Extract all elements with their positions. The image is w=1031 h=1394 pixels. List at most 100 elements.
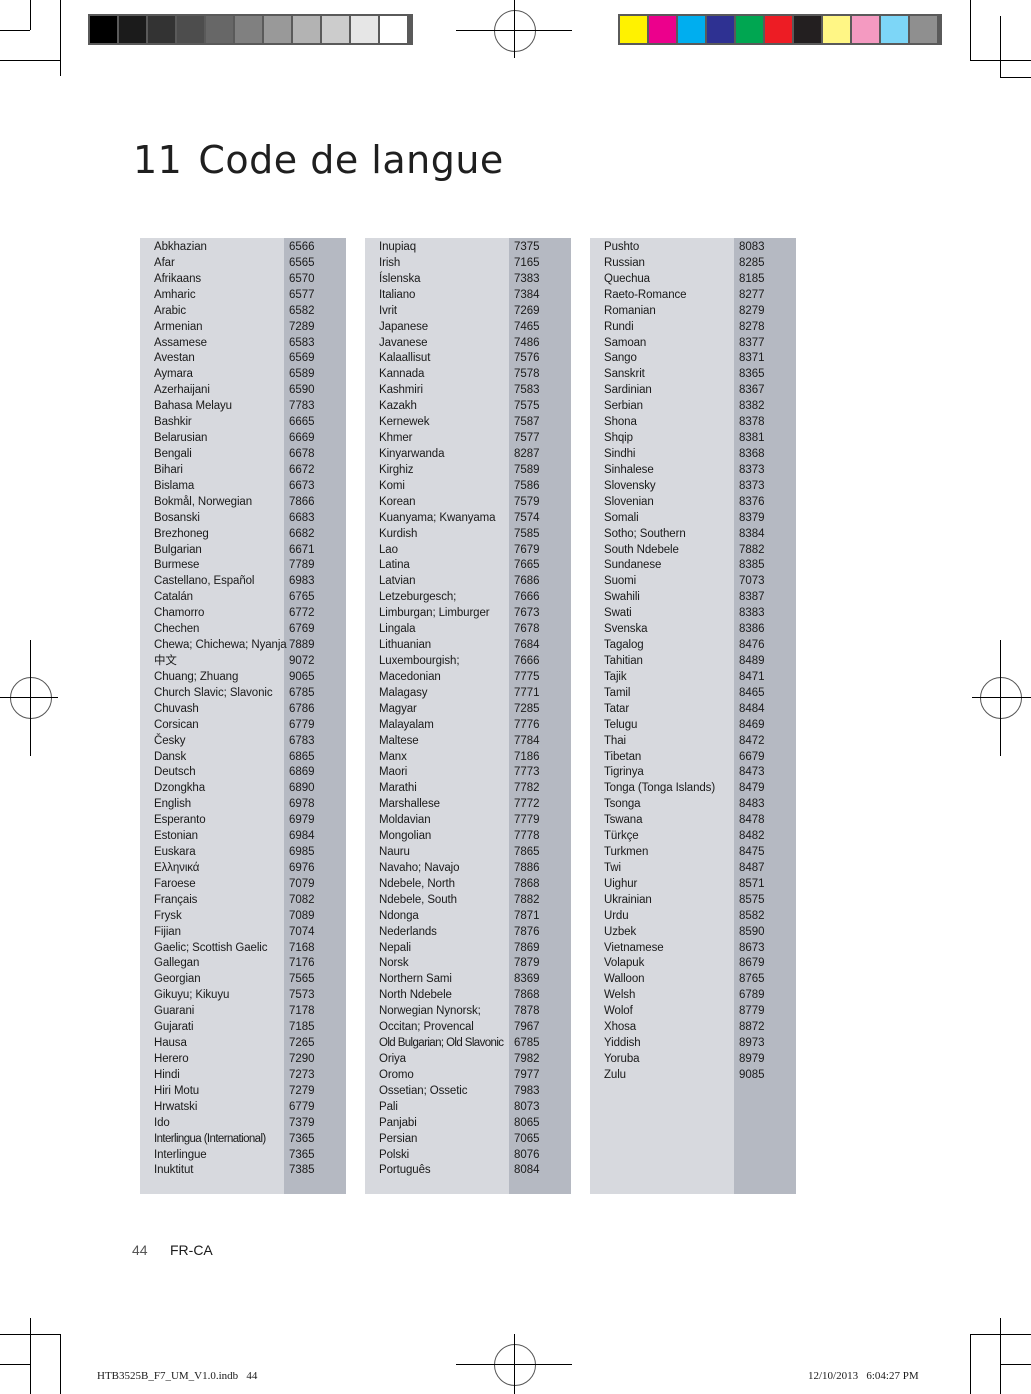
language-name: Polski bbox=[379, 1148, 410, 1161]
language-code: 8386 bbox=[739, 623, 765, 636]
language-row: Bihari 6672 bbox=[140, 463, 346, 479]
language-row: Kirghiz 7589 bbox=[365, 463, 571, 479]
language-name: Samoan bbox=[604, 336, 647, 349]
language-name: 中文 bbox=[154, 654, 177, 667]
language-name: Swahili bbox=[604, 591, 640, 604]
language-code: 7089 bbox=[289, 909, 315, 922]
language-row: Old Bulgarian; Old Slavonic 6785 bbox=[365, 1036, 571, 1052]
language-code: 6785 bbox=[289, 686, 315, 699]
language-code: 6890 bbox=[289, 782, 315, 795]
language-code: 8377 bbox=[739, 336, 765, 349]
language-code: 7789 bbox=[289, 559, 315, 572]
language-name: Tajik bbox=[604, 670, 627, 683]
language-row: Ελληνικά 6976 bbox=[140, 861, 346, 877]
language-code: 7365 bbox=[289, 1148, 315, 1161]
language-code: 8065 bbox=[514, 1116, 540, 1129]
language-row: Norsk 7879 bbox=[365, 956, 571, 972]
color-swatch bbox=[707, 16, 734, 43]
language-name: Kirghiz bbox=[379, 463, 414, 476]
language-row: Panjabi 8065 bbox=[365, 1116, 571, 1132]
language-name: Urdu bbox=[604, 909, 629, 922]
language-name: Panjabi bbox=[379, 1116, 417, 1129]
language-row: Bislama 6673 bbox=[140, 479, 346, 495]
language-name: Bosanski bbox=[154, 511, 200, 524]
language-row: Nepali 7869 bbox=[365, 941, 571, 957]
language-row: Bahasa Melayu 7783 bbox=[140, 399, 346, 415]
language-row: Xhosa 8872 bbox=[590, 1020, 796, 1036]
language-name: Dzongkha bbox=[154, 782, 205, 795]
language-code: 8279 bbox=[739, 304, 765, 317]
language-row: Brezhoneg 6682 bbox=[140, 527, 346, 543]
language-name: Xhosa bbox=[604, 1021, 637, 1034]
language-row: Marshallese 7772 bbox=[365, 797, 571, 813]
language-code: 8469 bbox=[739, 718, 765, 731]
language-row: Japanese 7465 bbox=[365, 320, 571, 336]
language-name: Inuktitut bbox=[154, 1164, 194, 1177]
language-code: 7176 bbox=[289, 957, 315, 970]
language-code: 7871 bbox=[514, 909, 540, 922]
language-row: Česky 6783 bbox=[140, 734, 346, 750]
language-row: Bosanski 6683 bbox=[140, 511, 346, 527]
language-code: 8489 bbox=[739, 654, 765, 667]
language-row: Chuang; Zhuang 9065 bbox=[140, 670, 346, 686]
language-code: 7879 bbox=[514, 957, 540, 970]
language-name: Italiano bbox=[379, 288, 416, 301]
color-swatch bbox=[206, 16, 233, 43]
language-name: Vietnamese bbox=[604, 941, 664, 954]
language-name: Gallegan bbox=[154, 957, 200, 970]
language-name: Quechua bbox=[604, 272, 650, 285]
language-code: 7983 bbox=[514, 1084, 540, 1097]
language-row: Burmese 7789 bbox=[140, 558, 346, 574]
language-name: Faroese bbox=[154, 877, 196, 890]
language-code-table-column-2: Inupiaq 7375 Irish 7165 Íslenska 7383 Italiano… bbox=[365, 238, 571, 1194]
language-row: Dansk 6865 bbox=[140, 750, 346, 766]
language-row: Tibetan 6679 bbox=[590, 750, 796, 766]
language-row: Sindhi 8368 bbox=[590, 447, 796, 463]
language-code: 6869 bbox=[289, 766, 315, 779]
language-row: Tonga (Tonga Islands) 8479 bbox=[590, 781, 796, 797]
language-row: Letzeburgesch; 7666 bbox=[365, 590, 571, 606]
language-name: Wolof bbox=[604, 1005, 633, 1018]
language-row: Azerhaijani 6590 bbox=[140, 383, 346, 399]
language-name: Sanskrit bbox=[604, 368, 645, 381]
language-row: Frysk 7089 bbox=[140, 909, 346, 925]
language-code: 7684 bbox=[514, 639, 540, 652]
language-row: Esperanto 6979 bbox=[140, 813, 346, 829]
language-code: 7375 bbox=[514, 241, 540, 253]
language-row: Shqip 8381 bbox=[590, 431, 796, 447]
language-code: 6577 bbox=[289, 288, 315, 301]
language-row: Serbian 8382 bbox=[590, 399, 796, 415]
language-code: 6772 bbox=[289, 607, 315, 620]
language-name: Dansk bbox=[154, 750, 187, 763]
language-name: Hiri Motu bbox=[154, 1084, 200, 1097]
language-code: 7289 bbox=[289, 320, 315, 333]
language-row: Chuvash 6786 bbox=[140, 702, 346, 718]
language-code: 8973 bbox=[739, 1037, 765, 1050]
language-code: 6589 bbox=[289, 368, 315, 381]
language-code: 7585 bbox=[514, 527, 540, 540]
language-row: Oromo 7977 bbox=[365, 1068, 571, 1084]
language-row: Bulgarian 6671 bbox=[140, 543, 346, 559]
language-row: Somali 8379 bbox=[590, 511, 796, 527]
language-name: Macedonian bbox=[379, 670, 441, 683]
language-name: Azerhaijani bbox=[154, 384, 210, 397]
language-row: South Ndebele 7882 bbox=[590, 543, 796, 559]
language-row: Swati 8383 bbox=[590, 606, 796, 622]
language-row: Arabic 6582 bbox=[140, 304, 346, 320]
language-row: Uzbek 8590 bbox=[590, 925, 796, 941]
language-row: Limburgan; Limburger 7673 bbox=[365, 606, 571, 622]
language-name: Yiddish bbox=[604, 1037, 641, 1050]
language-row: Interlingue 7365 bbox=[140, 1148, 346, 1164]
language-code: 7982 bbox=[514, 1053, 540, 1066]
chapter-number: 11 bbox=[133, 138, 183, 182]
language-code: 8385 bbox=[739, 559, 765, 572]
language-name: Somali bbox=[604, 511, 639, 524]
color-swatch bbox=[852, 16, 879, 43]
language-code: 8384 bbox=[739, 527, 765, 540]
color-swatch bbox=[678, 16, 705, 43]
language-code: 6665 bbox=[289, 416, 315, 429]
language-name: Assamese bbox=[154, 336, 207, 349]
language-name: Tsonga bbox=[604, 798, 641, 811]
language-code: 7889 bbox=[289, 639, 315, 652]
language-name: Pushto bbox=[604, 241, 640, 253]
